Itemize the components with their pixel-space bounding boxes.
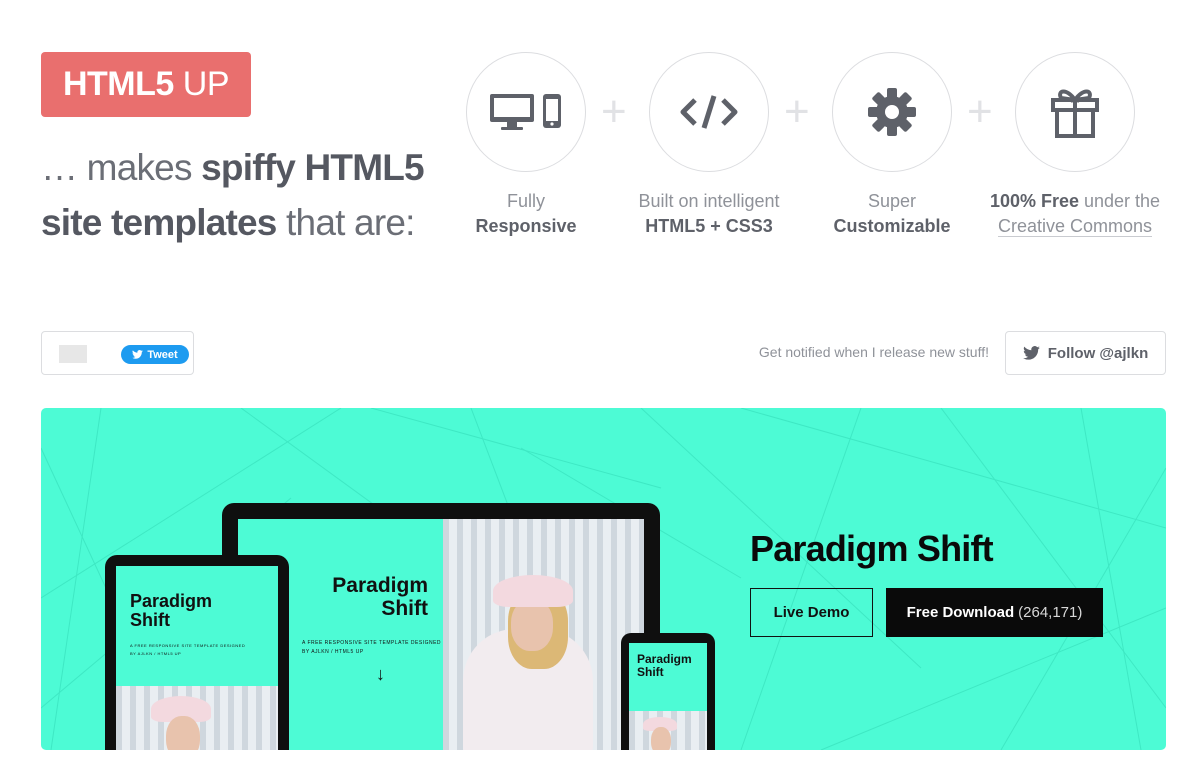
tablet-mockup: Paradigm Shift A FREE RESPONSIVE SITE TE… (105, 555, 289, 750)
phone-screen: Paradigm Shift (629, 643, 707, 750)
feature-line2: HTML5 + CSS3 (645, 216, 773, 236)
template-title[interactable]: Paradigm Shift (750, 528, 994, 570)
twitter-bird-icon (132, 350, 144, 359)
tablet-title-line1: Paradigm (130, 591, 213, 611)
creative-commons-link[interactable]: Creative Commons (997, 216, 1153, 237)
person-cap (493, 575, 573, 607)
monitor-title: Paradigm Shift (298, 574, 428, 620)
feature-line2: Responsive (475, 216, 577, 236)
feature-line1: Super (867, 191, 917, 211)
gear-icon (868, 88, 916, 136)
twitter-bird-icon (1022, 346, 1040, 360)
feature-rest: under the (1079, 191, 1161, 211)
feature-line2: Customizable (833, 216, 951, 236)
site-logo[interactable]: HTML5 UP (41, 52, 251, 117)
template-showcase[interactable]: Paradigm Shift A FREE RESPONSIVE SITE TE… (41, 408, 1166, 750)
phone-photo (629, 711, 707, 750)
feature-line1: Fully (506, 191, 545, 211)
feature-html5-css3: Built on intelligent HTML5 + CSS3 (619, 52, 799, 239)
monitor-subtitle: A FREE RESPONSIVE SITE TEMPLATE DESIGNED (302, 640, 442, 646)
follow-label: Follow @ajlkn (1047, 344, 1149, 362)
feature-circle (649, 52, 769, 172)
tablet-subtitle: A FREE RESPONSIVE SITE TEMPLATE DESIGNED (130, 643, 246, 648)
feature-circle (466, 52, 586, 172)
follow-button[interactable]: Follow @ajlkn (1005, 331, 1166, 375)
download-count: (264,171) (1018, 604, 1083, 621)
logo-bold-text: HTML5 (62, 65, 174, 103)
tablet-credit: BY AJLKN / HTML5 UP (130, 651, 182, 656)
tablet-screen: Paradigm Shift A FREE RESPONSIVE SITE TE… (116, 566, 278, 750)
notify-text: Get notified when I release new stuff! (758, 344, 989, 360)
feature-circle (832, 52, 952, 172)
feature-responsive: Fully Responsive (436, 52, 616, 239)
phone-title-line2: Shift (637, 664, 664, 679)
feature-caption: 100% Free under the Creative Commons (985, 189, 1165, 239)
tweet-label: Tweet (147, 348, 178, 361)
share-count-placeholder (59, 345, 87, 363)
tagline-part1: … makes (41, 147, 202, 188)
logo-light-text: UP (182, 65, 230, 103)
person-face (651, 727, 671, 750)
feature-free: 100% Free under the Creative Commons (985, 52, 1165, 239)
feature-caption: Fully Responsive (436, 189, 616, 239)
tweet-button[interactable]: Tweet (121, 345, 189, 364)
feature-caption: Super Customizable (802, 189, 982, 239)
feature-line1: 100% Free under the (985, 189, 1165, 214)
feature-caption: Built on intelligent HTML5 + CSS3 (619, 189, 799, 239)
tablet-title-line2: Shift (130, 610, 170, 631)
phone-title-line1: Paradigm (637, 652, 692, 666)
person-face (166, 716, 200, 750)
phone-title: Paradigm Shift (637, 653, 692, 679)
tablet-title: Paradigm Shift (130, 591, 213, 631)
feature-circle (1015, 52, 1135, 172)
tweet-widget: Tweet (41, 331, 194, 375)
code-icon (680, 95, 738, 129)
monitor-photo (443, 519, 644, 750)
feature-bold: 100% Free (989, 191, 1079, 211)
live-demo-button[interactable]: Live Demo (750, 588, 873, 637)
tagline: … makes spiffy HTML5 site templates that… (41, 140, 431, 250)
tagline-part2: that are: (276, 202, 415, 243)
monitor-screen: Paradigm Shift A FREE RESPONSIVE SITE TE… (238, 519, 644, 750)
feature-line1: Built on intelligent (638, 191, 780, 211)
monitor-credit: BY AJLKN / HTML5 UP (302, 649, 364, 655)
devices-icon (490, 94, 561, 130)
feature-customizable: Super Customizable (802, 52, 982, 239)
tablet-photo (116, 686, 278, 750)
monitor-title-line1: Paradigm (332, 574, 428, 597)
free-download-button[interactable]: Free Download (264,171) (886, 588, 1103, 637)
gift-icon (1051, 89, 1099, 138)
monitor-title-line2: Shift (381, 596, 428, 620)
download-label: Free Download (906, 604, 1015, 621)
phone-mockup: Paradigm Shift (621, 633, 715, 750)
monitor-arrow-icon: ↓ (376, 664, 385, 684)
